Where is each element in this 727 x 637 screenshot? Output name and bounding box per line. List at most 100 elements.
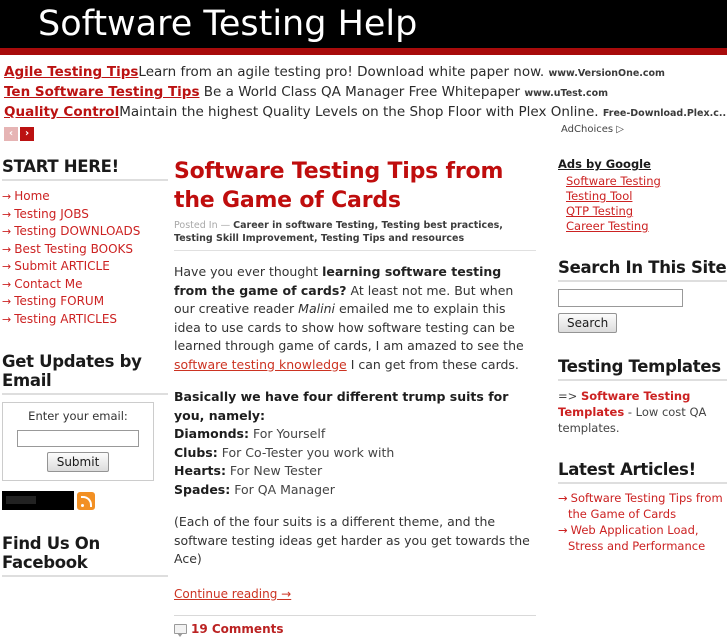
ad-row[interactable]: Agile Testing TipsLearn from an agile te… — [4, 63, 727, 83]
ad-url[interactable]: www.VersionOne.com — [549, 68, 665, 79]
page-body: START HERE! → Home → Testing JOBS → Testing… — [0, 135, 727, 637]
arrow-right-icon: → — [2, 277, 12, 291]
chevron-left-icon[interactable]: ‹ — [4, 127, 18, 141]
widget-testing-templates: Testing Templates => Software Testing Te… — [558, 357, 727, 436]
sidebar-item-testing-forum[interactable]: → Testing FORUM — [2, 293, 168, 311]
adchoices-triangle-icon: ▷ — [616, 124, 624, 135]
text-run: Have you ever thought — [174, 264, 323, 279]
chevron-right-icon[interactable]: › — [20, 127, 34, 141]
ad-title-link[interactable]: Ten Software Testing Tips — [4, 84, 200, 100]
sidebar-item-label: Submit ARTICLE — [14, 259, 110, 273]
google-ad-link-career-testing[interactable]: Career Testing — [566, 219, 727, 234]
rss-icon[interactable] — [77, 491, 95, 510]
ad-url[interactable]: www.uTest.com — [524, 88, 608, 99]
google-ad-link-testing-tool[interactable]: Testing Tool — [566, 189, 727, 204]
right-sidebar: Ads by Google Software Testing Testing T… — [548, 157, 727, 578]
ad-description: Maintain the highest Quality Levels on t… — [119, 104, 599, 120]
suit-name: Spades: — [174, 481, 231, 497]
ad-row[interactable]: Ten Software Testing Tips Be a World Cla… — [4, 83, 727, 103]
ad-url[interactable]: Free-Download.Plex.c... — [603, 108, 727, 119]
widget-start-here: START HERE! → Home → Testing JOBS → Testing… — [2, 157, 168, 328]
widget-latest-articles: Latest Articles! → Software Testing Tips … — [558, 460, 727, 554]
ad-row[interactable]: Quality ControlMaintain the highest Qual… — [4, 103, 727, 123]
widget-title-get-updates: Get Updates by Email — [2, 352, 142, 390]
ad-title-link[interactable]: Agile Testing Tips — [4, 64, 138, 80]
widget-google-ads: Ads by Google Software Testing Testing T… — [558, 157, 727, 234]
sidebar-item-best-testing-books[interactable]: → Best Testing BOOKS — [2, 241, 168, 259]
divider — [174, 614, 536, 616]
suit-desc: For New Tester — [225, 463, 323, 478]
latest-article-item[interactable]: → Software Testing Tips from the Game of … — [558, 491, 727, 522]
subscribe-submit-button[interactable]: Submit — [46, 452, 110, 472]
top-ad-block: Agile Testing TipsLearn from an agile te… — [0, 55, 727, 141]
sidebar-item-contact-me[interactable]: → Contact Me — [2, 276, 168, 294]
adchoices-label: AdChoices — [561, 124, 614, 135]
suit-row-clubs: Clubs: For Co-Tester you work with — [174, 444, 536, 463]
search-input[interactable] — [558, 289, 683, 307]
post-body: Have you ever thought learning software … — [174, 263, 536, 569]
left-sidebar: START HERE! → Home → Testing JOBS → Testing… — [0, 157, 168, 601]
arrow-right-icon: → — [558, 523, 568, 537]
comments-link[interactable]: 19 Comments — [174, 621, 536, 637]
sidebar-item-label: Testing FORUM — [14, 294, 105, 308]
latest-article-label: Software Testing Tips from the Game of C… — [568, 491, 723, 521]
ad-title-link[interactable]: Quality Control — [4, 104, 119, 120]
site-header: Software Testing Help — [0, 0, 727, 48]
widget-title-latest-articles: Latest Articles! — [558, 460, 696, 479]
suits-intro-text: Basically we have four different trump s… — [174, 389, 509, 423]
suits-intro: Basically we have four different trump s… — [174, 388, 536, 425]
inline-link-software-testing-knowledge[interactable]: software testing knowledge — [174, 357, 347, 372]
arrow-right-icon: → — [2, 242, 12, 256]
text-italic: Malini — [298, 301, 335, 316]
arrow-right-icon: → — [2, 295, 12, 308]
suit-name: Diamonds: — [174, 426, 249, 441]
suit-desc: For Co-Tester you work with — [217, 444, 395, 460]
latest-article-label: Web Application Load, Stress and Perform… — [568, 523, 706, 553]
arrow-right-icon: → — [2, 260, 12, 273]
templates-prefix: => — [558, 389, 581, 403]
sidebar-item-label: Testing ARTICLES — [14, 311, 118, 326]
sidebar-item-label: Testing DOWNLOADS — [14, 224, 141, 238]
text-run: I can get from these cards. — [346, 356, 519, 372]
social-badge-icon[interactable] — [2, 491, 74, 510]
email-field-label: Enter your email: — [28, 409, 128, 423]
suit-name: Clubs: — [174, 444, 218, 460]
latest-article-item[interactable]: → Web Application Load, Stress and Perfor… — [558, 523, 727, 554]
suit-row-diamonds: Diamonds: For Yourself — [174, 425, 536, 444]
ads-by-google-label[interactable]: Ads by Google — [558, 157, 727, 171]
post-note: (Each of the four suits is a different t… — [174, 514, 530, 566]
arrow-right-icon: → — [2, 225, 12, 238]
email-input[interactable] — [17, 430, 139, 447]
divider — [558, 280, 727, 282]
start-here-nav-list: → Home → Testing JOBS → Testing DOWNLOADS →… — [2, 188, 168, 328]
arrow-right-icon: → — [2, 207, 12, 221]
adchoices-link[interactable]: AdChoices ▷ — [561, 124, 624, 135]
suit-row-hearts: Hearts: For New Tester — [174, 462, 536, 481]
sidebar-item-testing-articles[interactable]: → Testing ARTICLES — [2, 311, 168, 329]
sidebar-item-testing-jobs[interactable]: → Testing JOBS — [2, 206, 168, 224]
search-button[interactable]: Search — [558, 313, 618, 333]
sidebar-item-testing-downloads[interactable]: → Testing DOWNLOADS — [2, 223, 168, 241]
google-ad-link-software-testing[interactable]: Software Testing — [566, 174, 727, 189]
widget-title-search: Search In This Site — [558, 258, 727, 277]
divider — [2, 179, 168, 181]
post-title[interactable]: Software Testing Tips from the Game of C… — [174, 157, 536, 215]
arrow-right-icon: → — [2, 190, 12, 203]
sidebar-item-home[interactable]: → Home — [2, 188, 168, 206]
google-ads-link-list: Software Testing Testing Tool QTP Testin… — [558, 174, 727, 234]
subscribe-form: Enter your email: Submit — [2, 402, 154, 481]
continue-reading-link[interactable]: Continue reading → — [174, 587, 291, 601]
comments-count-label: 19 Comments — [191, 621, 284, 636]
arrow-right-icon: → — [558, 491, 568, 505]
ad-description: Be a World Class QA Manager Free Whitepa… — [203, 84, 521, 100]
divider — [2, 393, 168, 395]
social-row — [2, 491, 168, 510]
divider — [558, 482, 727, 484]
suit-row-spades: Spades: For QA Manager — [174, 481, 536, 500]
templates-text: => Software Testing Templates - Low cost… — [558, 388, 727, 436]
suit-desc: For Yourself — [249, 426, 326, 441]
widget-title-testing-templates: Testing Templates — [558, 357, 721, 376]
google-ad-link-qtp-testing[interactable]: QTP Testing — [566, 204, 727, 219]
divider — [2, 575, 168, 577]
sidebar-item-submit-article[interactable]: → Submit ARTICLE — [2, 258, 168, 276]
